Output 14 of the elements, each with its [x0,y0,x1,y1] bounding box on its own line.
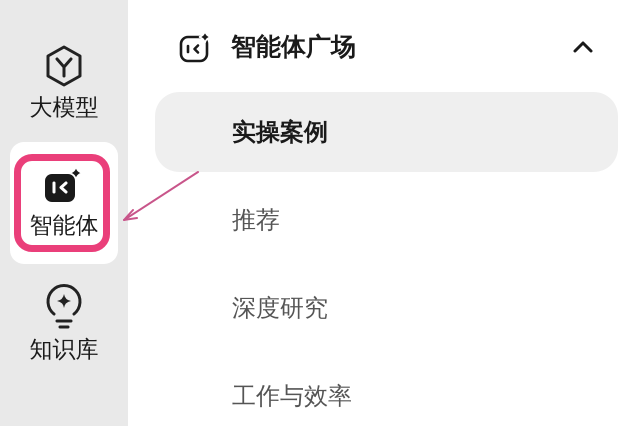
menu-item[interactable]: 实操案例 [155,92,618,172]
menu-item[interactable]: 深度研究 [155,268,618,348]
sidebar-item[interactable]: 大模型 [10,44,118,122]
menu-item[interactable]: 推荐 [155,180,618,260]
cube-icon [44,44,84,88]
menu-item[interactable]: 工作与效率 [155,356,618,426]
sidebar-label: 智能体 [30,212,98,240]
sidebar-label: 知识库 [30,336,98,364]
sidebar-item[interactable]: 知识库 [10,284,118,364]
section-title: 智能体广场 [231,31,356,63]
sidebar-item[interactable]: 智能体 [10,142,118,264]
sidebar-label: 大模型 [30,94,98,122]
section-header[interactable]: 智能体广场 [155,28,618,66]
lightbulb-icon [44,284,84,330]
